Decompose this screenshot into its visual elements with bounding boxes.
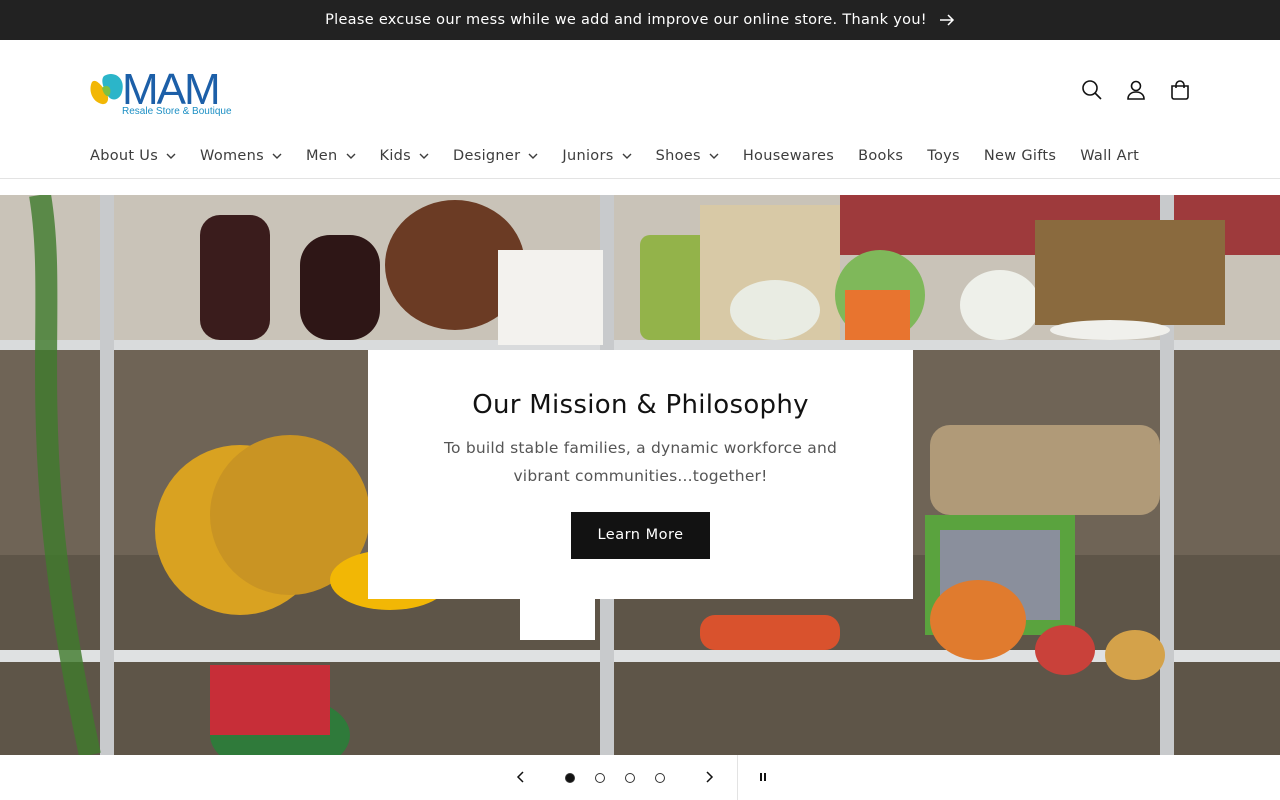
next-slide-icon[interactable] [699, 767, 719, 787]
account-icon[interactable] [1124, 78, 1148, 102]
nav-item-books[interactable]: Books [858, 148, 903, 164]
main-nav: About Us Womens Men Kids Designer Juniors Shoe… [90, 140, 1163, 172]
nav-item-label: Womens [200, 148, 264, 164]
nav-item-label: Housewares [742, 148, 835, 164]
hero-description: To build stable families, a dynamic work… [443, 439, 838, 485]
learn-more-button[interactable]: Learn More [571, 512, 710, 559]
nav-item-label: Designer [453, 148, 521, 164]
nav-item-label: Toys [927, 148, 960, 164]
nav-item-shoes[interactable]: Shoes [656, 148, 719, 164]
cart-icon[interactable] [1168, 78, 1192, 102]
hero-slideshow: Our Mission & Philosophy To build stable… [0, 195, 1280, 755]
nav-item-designer[interactable]: Designer [453, 148, 538, 164]
nav-item-label: Juniors [562, 148, 614, 164]
nav-item-label: New Gifts [983, 148, 1057, 164]
slideshow-controls [0, 755, 1280, 800]
slide-dot-2[interactable] [595, 773, 605, 783]
slide-dot-1[interactable] [565, 773, 575, 783]
chevron-down-icon [622, 153, 632, 159]
header-divider [0, 178, 1280, 179]
announcement-bar[interactable]: Please excuse our mess while we add and … [0, 0, 1280, 40]
nav-item-label: Wall Art [1080, 148, 1140, 164]
nav-item-label: Books [858, 148, 904, 164]
previous-slide-icon[interactable] [511, 767, 531, 787]
controls-divider [737, 755, 738, 800]
nav-item-kids[interactable]: Kids [380, 148, 430, 164]
chevron-down-icon [528, 153, 538, 159]
slide-dot-3[interactable] [625, 773, 635, 783]
site-header: MAM Resale Store & Boutique [0, 40, 1280, 140]
nav-item-label: Men [306, 148, 338, 164]
slide-dot-4[interactable] [655, 773, 665, 783]
nav-item-about-us[interactable]: About Us [90, 148, 176, 164]
nav-item-wall-art[interactable]: Wall Art [1080, 148, 1139, 164]
hero-content-card: Our Mission & Philosophy To build stable… [368, 350, 913, 599]
announcement-text: Please excuse our mess while we add and … [325, 12, 927, 28]
nav-item-juniors[interactable]: Juniors [562, 148, 632, 164]
nav-item-womens[interactable]: Womens [200, 148, 282, 164]
logo-tagline: Resale Store & Boutique [122, 106, 232, 117]
nav-item-label: Kids [379, 148, 412, 164]
chevron-down-icon [166, 153, 176, 159]
nav-item-label: About Us [90, 148, 159, 164]
nav-item-toys[interactable]: Toys [927, 148, 960, 164]
nav-item-new-gifts[interactable]: New Gifts [984, 148, 1056, 164]
chevron-down-icon [346, 153, 356, 159]
hero-title: Our Mission & Philosophy [472, 390, 809, 420]
header-actions [1080, 78, 1192, 102]
store-logo[interactable]: MAM Resale Store & Boutique [88, 64, 238, 120]
chevron-down-icon [419, 153, 429, 159]
nav-item-housewares[interactable]: Housewares [743, 148, 834, 164]
pause-icon[interactable] [753, 767, 773, 787]
search-icon[interactable] [1080, 78, 1104, 102]
nav-item-men[interactable]: Men [306, 148, 356, 164]
chevron-down-icon [272, 153, 282, 159]
nav-item-label: Shoes [655, 148, 701, 164]
chevron-down-icon [709, 153, 719, 159]
arrow-right-icon [939, 14, 955, 26]
